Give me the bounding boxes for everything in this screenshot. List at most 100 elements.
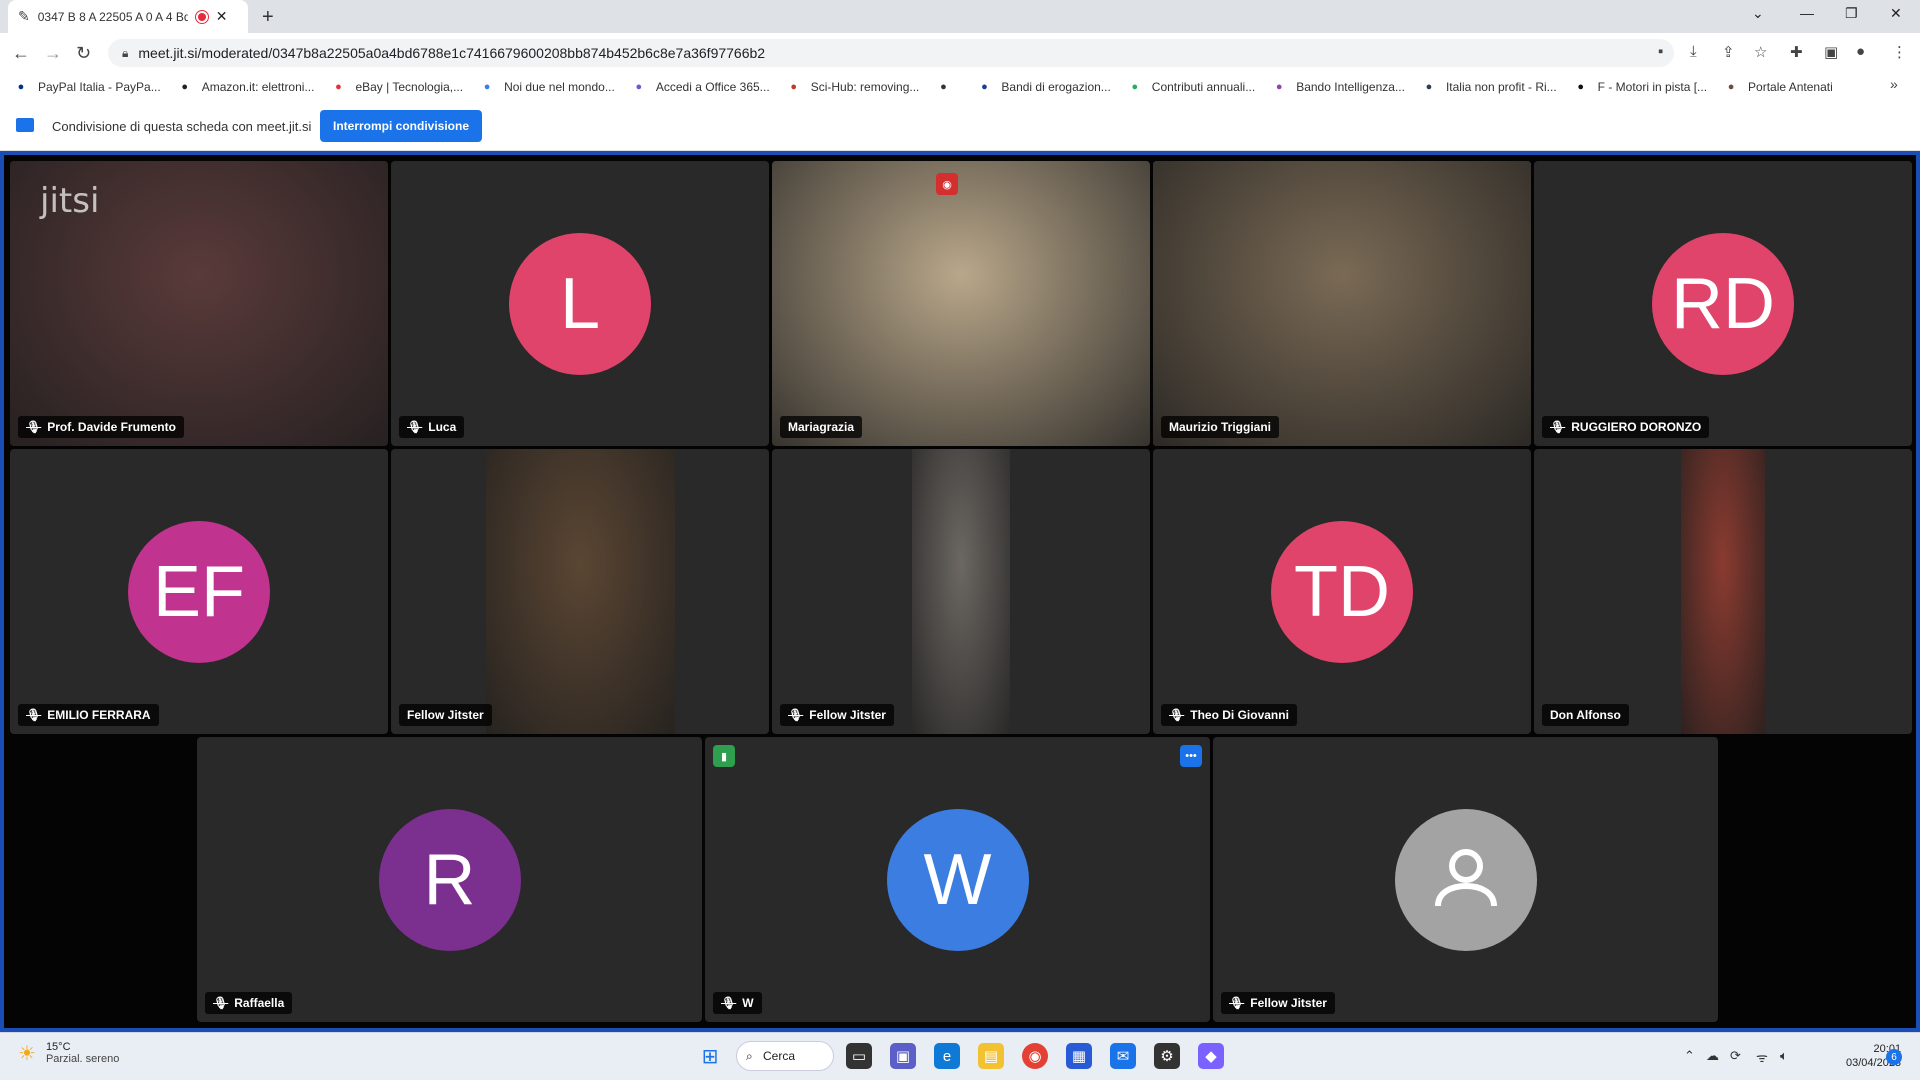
participant-tile[interactable]: TD 🎙︎ Theo Di Giovanni bbox=[1153, 449, 1531, 734]
participant-tile[interactable]: 🎙︎ Fellow Jitster bbox=[772, 449, 1150, 734]
tray-chevron-icon[interactable]: ⌃ bbox=[1684, 1048, 1695, 1064]
participant-name-label: 🎙︎ Theo Di Giovanni bbox=[1161, 704, 1297, 726]
bookmark-item[interactable]: ● F - Motori in pista [... bbox=[1574, 80, 1707, 94]
address-bar[interactable]: 🔒︎ meet.jit.si/moderated/0347b8a22505a0a… bbox=[108, 39, 1674, 67]
copilot-icon[interactable]: ◆ bbox=[1198, 1043, 1224, 1069]
participant-name-label: 🎙︎ Fellow Jitster bbox=[1221, 992, 1335, 1014]
participant-video bbox=[485, 449, 675, 734]
forward-icon[interactable]: → bbox=[44, 43, 62, 64]
participant-name: W bbox=[742, 996, 754, 1010]
bookmark-item[interactable]: ● Noi due nel mondo... bbox=[480, 80, 615, 94]
participant-tile[interactable]: R 🎙︎ Raffaella bbox=[197, 737, 702, 1022]
more-bookmarks-icon[interactable]: » bbox=[1890, 76, 1898, 92]
participant-tile[interactable]: EF 🎙︎ EMILIO FERRARA bbox=[10, 449, 388, 734]
participant-tile[interactable]: Fellow Jitster bbox=[391, 449, 769, 734]
weather-widget[interactable]: ☀ 15°C Parzial. sereno bbox=[18, 1041, 119, 1066]
participant-tile[interactable]: Don Alfonso bbox=[1534, 449, 1912, 734]
tab-search-icon[interactable]: ⌄ bbox=[1752, 5, 1764, 22]
participant-name-label: 🎙︎ EMILIO FERRARA bbox=[18, 704, 159, 726]
mic-muted-icon: 🎙︎ bbox=[213, 996, 229, 1010]
participant-name-label: Maurizio Triggiani bbox=[1161, 416, 1280, 438]
bookmark-item[interactable]: ● bbox=[936, 80, 960, 94]
participant-tile[interactable]: Maurizio Triggiani bbox=[1153, 161, 1531, 446]
file-explorer-icon[interactable]: ▤ bbox=[978, 1043, 1004, 1069]
mail-icon[interactable]: ✉ bbox=[1110, 1043, 1136, 1069]
participant-tile[interactable]: L 🎙︎ Luca bbox=[391, 161, 769, 446]
bookmark-item[interactable]: ● Portale Antenati bbox=[1724, 80, 1833, 94]
mic-muted-icon: 🎙︎ bbox=[1169, 708, 1185, 722]
bookmark-label: Contributi annuali... bbox=[1151, 80, 1256, 94]
chrome-icon[interactable]: ◉ bbox=[1022, 1043, 1048, 1069]
teams-icon[interactable]: ▣ bbox=[890, 1043, 916, 1069]
paypal-icon: ● bbox=[17, 81, 25, 93]
stop-sharing-button[interactable]: Interrompi condivisione bbox=[320, 110, 482, 142]
participant-tile[interactable]: 🎙︎ Fellow Jitster bbox=[1213, 737, 1718, 1022]
bookmark-item[interactable]: ● eBay | Tecnologia,... bbox=[331, 80, 463, 94]
maximize-icon[interactable]: ❐ bbox=[1845, 5, 1858, 22]
sync-icon[interactable]: ⟳ bbox=[1730, 1048, 1741, 1064]
bookmark-item[interactable]: ● Bando Intelligenza... bbox=[1272, 80, 1405, 94]
store-icon[interactable]: ▦ bbox=[1066, 1043, 1092, 1069]
blog-icon: ● bbox=[483, 81, 491, 93]
participant-tile[interactable]: W ▮ ••• 🎙︎ W bbox=[705, 737, 1210, 1022]
participant-name: Fellow Jitster bbox=[407, 708, 484, 722]
doc-icon: ● bbox=[981, 81, 988, 93]
participant-tile[interactable]: jitsi 🎙︎ Prof. Davide Frumento bbox=[10, 161, 388, 446]
install-icon[interactable]: ⤓ bbox=[1690, 43, 1697, 60]
bookmark-star-icon[interactable]: ☆ bbox=[1754, 43, 1767, 61]
back-icon[interactable]: ← bbox=[12, 43, 30, 64]
bookmark-item[interactable]: ● Sci-Hub: removing... bbox=[787, 80, 919, 94]
jitsi-watermark-icon: jitsi bbox=[40, 181, 100, 221]
tree-icon: ● bbox=[1727, 81, 1735, 93]
new-tab-button[interactable]: + bbox=[262, 6, 274, 29]
share-status-text: Condivisione di questa scheda con meet.j… bbox=[52, 119, 312, 134]
amazon-icon: ● bbox=[181, 81, 189, 93]
bookmark-item[interactable]: ● Amazon.it: elettroni... bbox=[178, 80, 314, 94]
volume-icon[interactable]: 🔈︎ bbox=[1780, 1048, 1788, 1064]
wifi-icon[interactable]: ᯤ bbox=[1756, 1048, 1768, 1066]
tools-icon[interactable]: ⚙ bbox=[1154, 1043, 1180, 1069]
profile-avatar-icon[interactable]: ● bbox=[1856, 43, 1865, 60]
reload-icon[interactable]: ↻ bbox=[76, 43, 91, 64]
scihub-icon: ● bbox=[790, 81, 798, 93]
more-options-icon[interactable]: ••• bbox=[1180, 745, 1202, 767]
mic-muted-icon: 🎙︎ bbox=[26, 420, 42, 434]
bookmark-item[interactable]: ● PayPal Italia - PayPa... bbox=[14, 80, 161, 94]
tab-strip: ✎ 0347 B 8 A 22505 A 0 A 4 Bd ✕ + ⌄ — ❐ … bbox=[0, 0, 1920, 33]
tab-title: 0347 B 8 A 22505 A 0 A 4 Bd bbox=[37, 9, 188, 24]
search-label: Cerca bbox=[763, 1049, 796, 1063]
camera-icon[interactable]: ▪ bbox=[1658, 43, 1663, 60]
participant-name-label: Fellow Jitster bbox=[399, 704, 492, 726]
connection-stats-icon[interactable]: ▮ bbox=[713, 745, 735, 767]
participant-name-label: 🎙︎ Raffaella bbox=[205, 992, 293, 1014]
participant-name: Raffaella bbox=[234, 996, 285, 1010]
edge-icon[interactable]: e bbox=[934, 1043, 960, 1069]
bookmark-item[interactable]: ● Italia non profit - Ri... bbox=[1422, 80, 1557, 94]
share-icon[interactable]: ⇪ bbox=[1722, 43, 1735, 61]
side-panel-icon[interactable]: ▣ bbox=[1824, 43, 1838, 61]
bookmark-item[interactable]: ● Accedi a Office 365... bbox=[632, 80, 770, 94]
minimize-icon[interactable]: — bbox=[1800, 5, 1814, 21]
bookmark-item[interactable]: ● Bandi di erogazion... bbox=[977, 80, 1111, 94]
participant-name: Fellow Jitster bbox=[809, 708, 886, 722]
bookmark-item[interactable]: ● Contributi annuali... bbox=[1128, 80, 1255, 94]
close-window-icon[interactable]: ✕ bbox=[1890, 5, 1902, 22]
notification-badge[interactable]: 6 bbox=[1886, 1049, 1902, 1065]
menu-icon[interactable]: ⋮ bbox=[1892, 43, 1907, 61]
start-icon[interactable]: ⊞ bbox=[697, 1043, 723, 1069]
participant-name: EMILIO FERRARA bbox=[47, 708, 151, 722]
screen-share-bar: Condivisione di questa scheda con meet.j… bbox=[0, 101, 1920, 151]
extensions-icon[interactable]: ✚ bbox=[1790, 43, 1803, 61]
participant-avatar: R bbox=[378, 808, 521, 951]
participant-tile[interactable]: RD 🎙︎ RUGGIERO DORONZO bbox=[1534, 161, 1912, 446]
participant-name-label: 🎙︎ Luca bbox=[399, 416, 465, 438]
search-box[interactable]: ⌕ Cerca bbox=[736, 1041, 834, 1071]
close-tab-icon[interactable]: ✕ bbox=[216, 8, 228, 25]
bookmark-label: F - Motori in pista [... bbox=[1597, 80, 1708, 94]
temperature: 15°C bbox=[45, 1041, 71, 1053]
task-view-icon[interactable]: ▭ bbox=[846, 1043, 872, 1069]
browser-tab[interactable]: ✎ 0347 B 8 A 22505 A 0 A 4 Bd ✕ bbox=[8, 0, 248, 33]
participant-tile[interactable]: ◉ Mariagrazia bbox=[772, 161, 1150, 446]
onedrive-icon[interactable]: ☁ bbox=[1706, 1048, 1719, 1064]
bookmarks-bar: ● PayPal Italia - PayPa... ● Amazon.it: ele… bbox=[0, 73, 1920, 101]
